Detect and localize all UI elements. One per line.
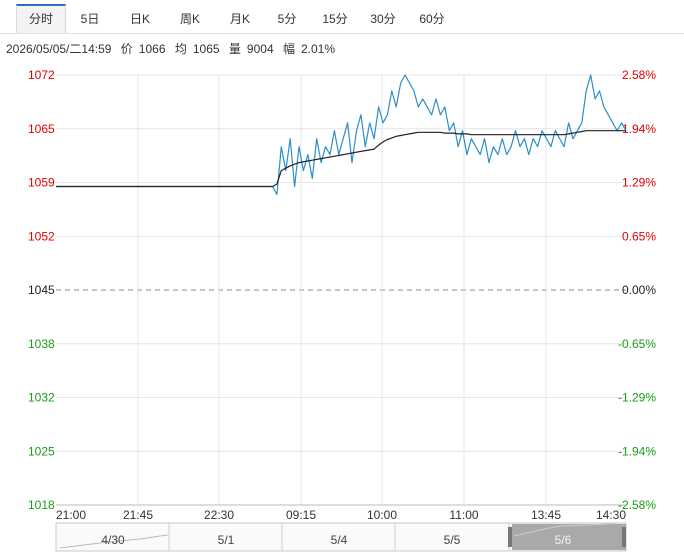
navigator-handle-left bbox=[508, 527, 512, 547]
y-tick-right-5: -0.65% bbox=[618, 337, 656, 351]
y-tick-right-1: 1.94% bbox=[622, 122, 656, 136]
tab-4[interactable]: 月K bbox=[218, 6, 262, 33]
navigator-label-1: 5/1 bbox=[218, 533, 235, 547]
y-tick-left-3: 1052 bbox=[28, 229, 55, 243]
y-tick-right-0: 2.58% bbox=[622, 68, 656, 82]
quote-info-bar: 2026/05/05/二14:59 价 1066 均 1065 量 9004 幅 2.0… bbox=[6, 40, 341, 57]
y-tick-left-7: 1025 bbox=[28, 444, 55, 458]
quote-datetime: 2026/05/05/二14:59 bbox=[6, 42, 112, 56]
x-tick-4: 10:00 bbox=[367, 508, 397, 522]
y-tick-left-1: 1065 bbox=[28, 122, 55, 136]
avg-value: 1065 bbox=[192, 42, 220, 56]
navigator-label-4: 5/6 bbox=[555, 533, 572, 547]
y-tick-left-6: 1032 bbox=[28, 391, 55, 405]
tab-8[interactable]: 60分 bbox=[412, 6, 452, 33]
y-tick-left-0: 1072 bbox=[28, 68, 55, 82]
tab-6[interactable]: 15分 bbox=[314, 6, 356, 33]
tab-7[interactable]: 30分 bbox=[362, 6, 404, 33]
tab-3[interactable]: 周K bbox=[168, 6, 212, 33]
navigator-label-2: 5/4 bbox=[331, 533, 348, 547]
x-tick-0: 21:00 bbox=[56, 508, 86, 522]
y-tick-right-6: -1.29% bbox=[618, 391, 656, 405]
x-tick-3: 09:15 bbox=[286, 508, 316, 522]
tab-1[interactable]: 5日 bbox=[68, 6, 112, 33]
x-tick-6: 13:45 bbox=[531, 508, 561, 522]
y-tick-left-4: 1045 bbox=[28, 283, 55, 297]
period-tabs: 分时 5日 日K 周K 月K 5分 15分 30分 60分 bbox=[0, 0, 684, 34]
tab-5[interactable]: 5分 bbox=[270, 6, 304, 33]
x-tick-5: 11:00 bbox=[449, 508, 478, 522]
x-tick-7: 14:30 bbox=[596, 508, 626, 522]
navigator-label-0: 4/30 bbox=[101, 533, 125, 547]
intraday-chart: 1072 2.58% 1065 1.94% 1059 1.29% 1052 0.65% 1045… bbox=[28, 68, 656, 552]
change-value: 2.01% bbox=[300, 42, 336, 56]
x-tick-2: 22:30 bbox=[204, 508, 234, 522]
y-tick-right-4: 0.00% bbox=[622, 283, 656, 297]
x-tick-1: 21:45 bbox=[123, 508, 153, 522]
navigator-handle-right bbox=[622, 527, 626, 547]
y-tick-right-3: 0.65% bbox=[622, 229, 656, 243]
avg-label: 均 bbox=[174, 42, 187, 56]
y-tick-left-2: 1059 bbox=[28, 176, 55, 190]
tab-2[interactable]: 日K bbox=[118, 6, 162, 33]
volume-value: 9004 bbox=[246, 42, 274, 56]
volume-label: 量 bbox=[228, 42, 241, 56]
y-tick-left-5: 1038 bbox=[28, 337, 55, 351]
price-value: 1066 bbox=[138, 42, 166, 56]
avg-price-line bbox=[56, 130, 626, 188]
y-tick-left-8: 1018 bbox=[28, 498, 55, 512]
y-tick-right-7: -1.94% bbox=[618, 444, 656, 458]
change-label: 幅 bbox=[282, 42, 295, 56]
navigator-label-3: 5/5 bbox=[444, 533, 461, 547]
price-label: 价 bbox=[120, 42, 133, 56]
y-tick-right-2: 1.29% bbox=[622, 176, 656, 190]
tab-0[interactable]: 分时 bbox=[16, 4, 66, 33]
